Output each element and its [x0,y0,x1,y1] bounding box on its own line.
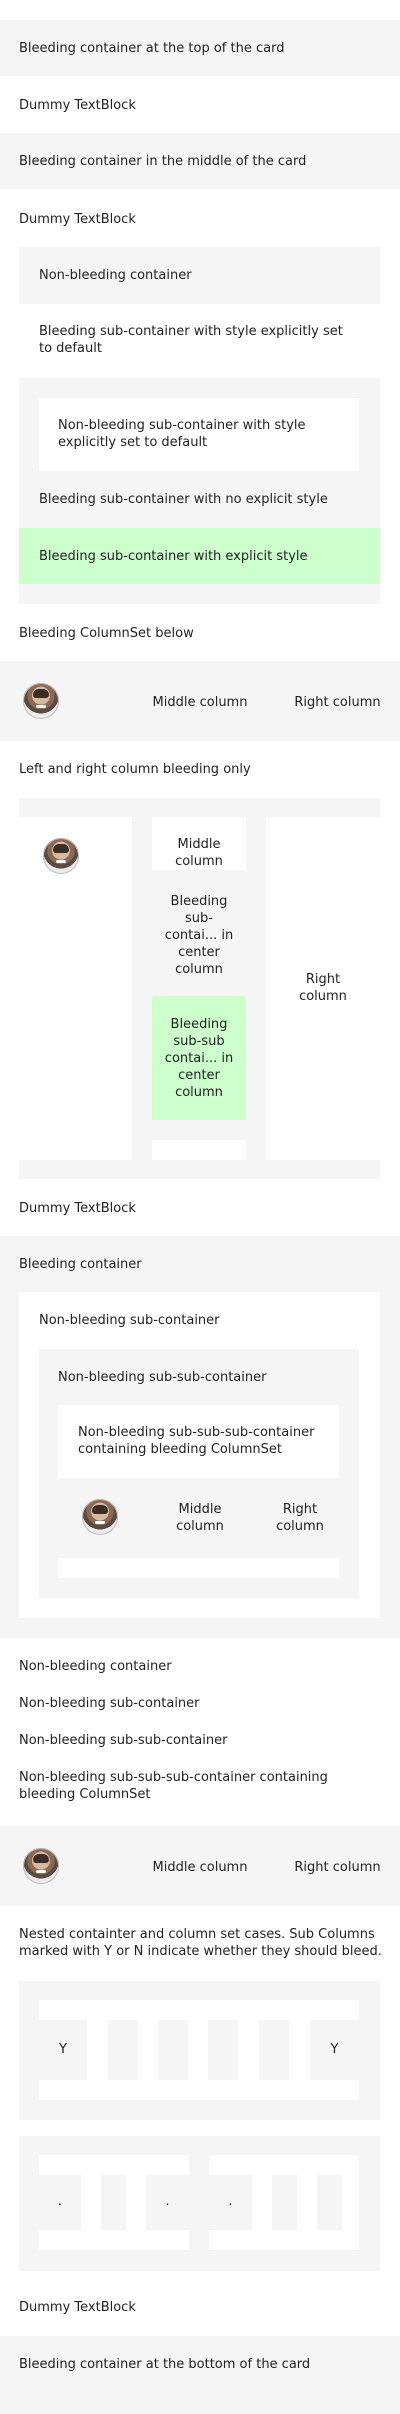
non-bleeding-sub-container-label: Non-bleeding sub-container [39,1313,220,1328]
columnset-2-left-column [19,817,132,1160]
non-bleeding-container-2-label: Non-bleeding container [19,1659,172,1674]
non-bleeding-sub-sub-container-2-label: Non-bleeding sub-sub-container [19,1733,228,1748]
bleeding-columnset-below-label: Bleeding ColumnSet below [19,626,194,641]
columnset-1-right-column: Right column [294,695,381,710]
non-bleeding-container-label: Non-bleeding container [39,268,192,283]
bleed-bottom-label: Bleeding container at the bottom of the … [19,2357,311,2372]
nested-case-1-column-2 [108,2020,138,2080]
bleeding-container-label: Bleeding container [19,1257,142,1272]
columnset-2-bleeding-sub-container: Bleeding sub-contai... in center column [164,894,234,977]
columnset-1-middle-column: Middle column [152,695,248,710]
nested-case-2-right-col-3 [317,2175,342,2230]
dummy-textblock-3: Dummy TextBlock [19,1201,136,1216]
columnset-2-center-bottom [152,1140,246,1160]
bleeding-sub-container-explicit-style-label: Bleeding sub-container with explicit sty… [39,549,308,564]
non-bleeding-sub-container-2-label: Non-bleeding sub-container [19,1696,200,1711]
bleeding-sub-container-default-label: Bleeding sub-container with style explic… [39,324,343,356]
bleeding-sub-container-no-style-label: Bleeding sub-container with no explicit … [39,492,328,507]
columnset-3-middle-column: Middle column [176,1502,224,1534]
bleed-top-label: Bleeding container at the top of the car… [19,41,285,56]
dot-marker-3: . [228,2194,233,2209]
columnset-3-right-column: Right column [276,1502,324,1534]
dummy-textblock-1: Dummy TextBlock [19,98,136,113]
nested-case-2-right-col-2 [272,2175,297,2230]
person-avatar-icon [82,1499,118,1535]
left-right-bleeding-label: Left and right column bleeding only [19,762,251,777]
columnset-2-right-column-label: Right column [299,972,347,1004]
bleeding-container-bottom [0,2336,400,2414]
dot-marker-2: . [165,2194,170,2209]
y-right-marker: Y [330,2042,339,2057]
dummy-textblock-2: Dummy TextBlock [19,212,136,227]
y-left-marker: Y [59,2042,67,2057]
non-bleeding-sub-container-default-label: Non-bleeding sub-container with style ex… [58,418,306,450]
columnset-4-right-column: Right column [294,1860,381,1875]
non-bleeding-sub-sub-sub-container-2-label: Non-bleeding sub-sub-sub-container conta… [19,1770,328,1802]
non-bleeding-sub-sub-container-label: Non-bleeding sub-sub-container [58,1370,267,1385]
nested-case-1-column-3 [158,2020,188,2080]
non-bleeding-sub-sub-sub-container-label: Non-bleeding sub-sub-sub-container conta… [78,1425,315,1457]
nested-case-1-column-5 [259,2020,289,2080]
dot-marker-1: . [57,2194,63,2209]
nested-cases-note: Nested containter and column set cases. … [19,1927,382,1959]
columnset-2-middle-column: Middle column [175,837,223,869]
columnset-2-bleeding-sub-sub-label: Bleeding sub-sub contai... in center col… [164,1017,234,1100]
person-avatar-icon [23,1848,59,1884]
dummy-textblock-4: Dummy TextBlock [19,2300,136,2315]
person-avatar-icon [23,683,59,719]
columnset-4-middle-column: Middle column [152,1860,248,1875]
bleed-middle-label: Bleeding container in the middle of the … [19,154,307,169]
nested-case-2-left-col-2 [101,2175,126,2230]
columnset-3-bottom-strip [58,1558,339,1578]
person-avatar-icon [43,838,79,874]
nested-case-1-column-4 [208,2020,238,2080]
